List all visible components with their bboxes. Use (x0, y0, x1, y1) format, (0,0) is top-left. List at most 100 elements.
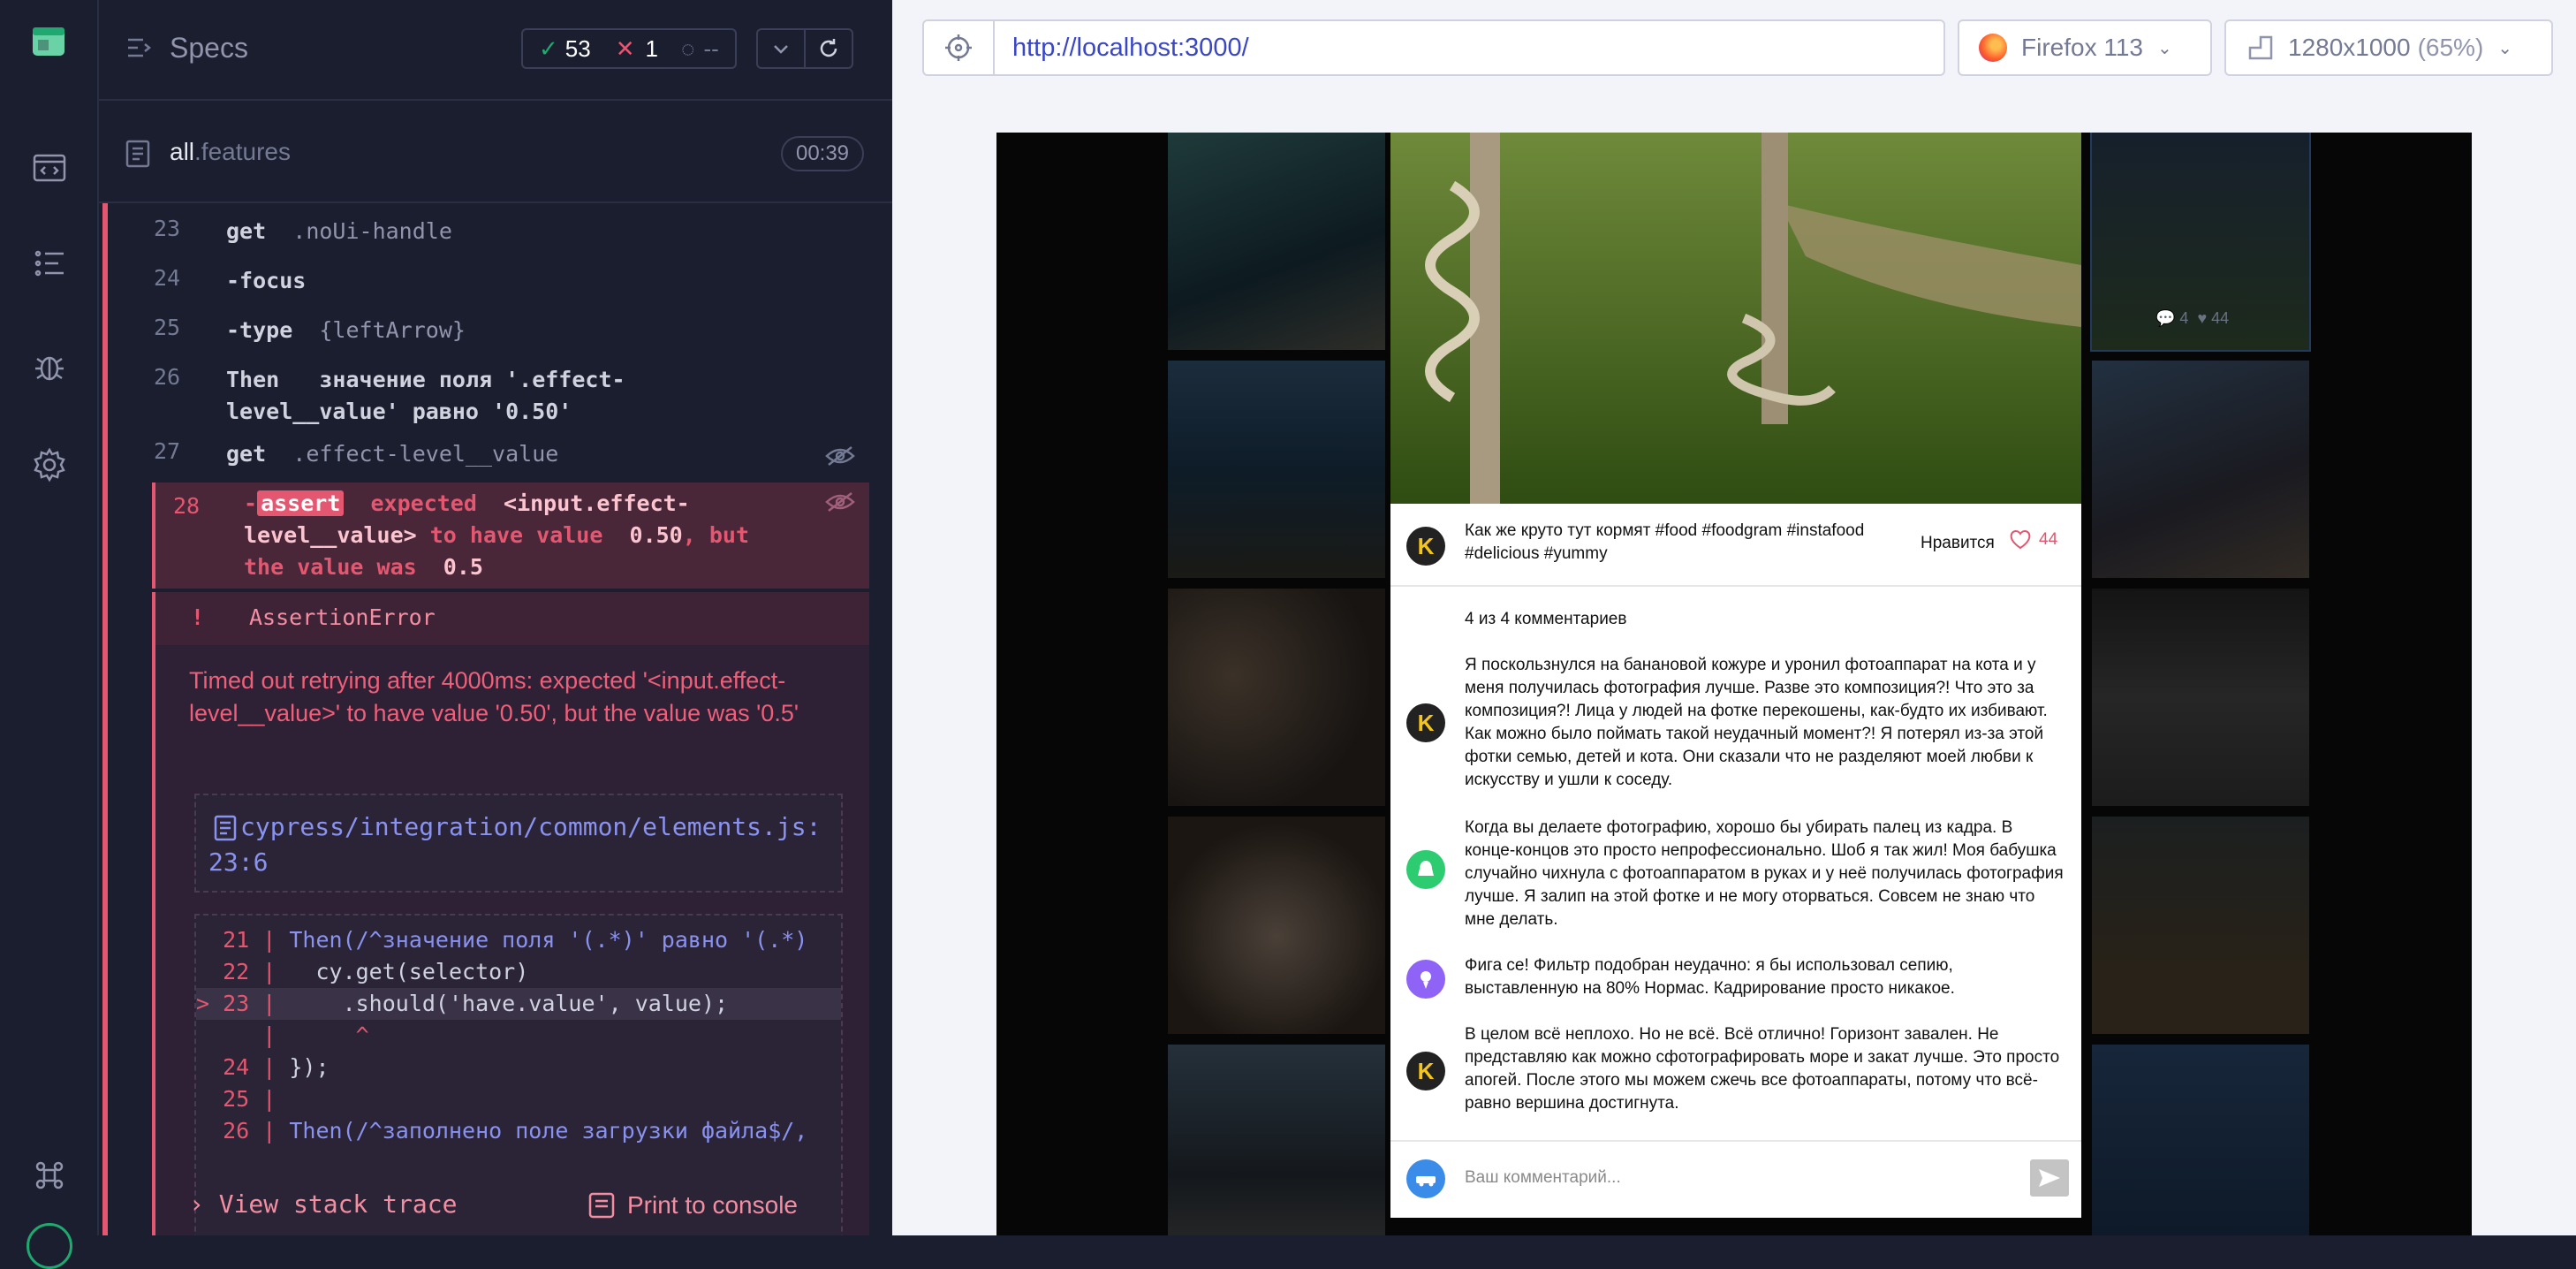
code-line: 26 | Then(/^заполнено поле загрузки файл… (196, 1118, 808, 1144)
specs-icon[interactable] (25, 143, 74, 193)
status-indicator-icon (27, 1223, 72, 1269)
command-log: 23 get .noUi-handle 24 -focus 25 -type {… (102, 203, 871, 1235)
heart-icon (2010, 530, 2031, 550)
thumbnail-stats: 💬 4 ♥ 44 (2156, 309, 2230, 327)
user-avatar (1406, 1159, 1445, 1198)
error-bang-icon: ! (191, 604, 205, 630)
comment-avatar: K (1406, 703, 1445, 742)
error-header: ! AssertionError (152, 592, 869, 645)
thumbnail[interactable] (1168, 817, 1385, 1034)
comment-text: В целом всё неплохо. Но не всё. Всё отли… (1465, 1025, 2060, 1113)
code-line: | ^ (196, 1022, 369, 1048)
spec-duration: 00:39 (781, 136, 864, 171)
test-stats: ✓ 53 ✕ 1 ◌ -- (521, 28, 737, 69)
comment-avatar: K (1406, 1052, 1445, 1090)
error-message: Timed out retrying after 4000ms: expecte… (189, 667, 799, 726)
send-comment-button[interactable] (2030, 1159, 2069, 1197)
comment-text: Фига се! Фильтр подобран неудачно: я бы … (1465, 956, 1955, 998)
divider (1390, 585, 2081, 587)
collapse-button[interactable] (758, 30, 806, 67)
post-caption: Как же круто тут кормят #food #foodgram … (1465, 521, 1865, 563)
passed-count: 53 (564, 34, 591, 62)
comment-text: Я поскользнулся на банановой кожуре и ур… (1465, 656, 2048, 789)
error-type: AssertionError (249, 604, 436, 630)
url-text[interactable]: http://localhost:3000/ (1012, 34, 1249, 63)
thumbnail[interactable] (1168, 589, 1385, 806)
app-under-test-pane: http://localhost:3000/ Firefox 113 ⌄ 128… (892, 0, 2576, 1235)
crosshair-icon (945, 34, 972, 61)
comments-count: 4 из 4 комментариев (1465, 610, 1627, 628)
like-label: Нравится (1921, 534, 1995, 552)
code-line: 24 | }); (196, 1054, 330, 1080)
reporter-pane: Specs ✓ 53 ✕ 1 ◌ -- all.features 00:39 2… (99, 0, 892, 1235)
chevron-down-icon: ⌄ (2157, 38, 2172, 58)
error-details: Timed out retrying after 4000ms: expecte… (152, 645, 869, 1235)
page-title: Specs (170, 32, 248, 64)
cypress-logo-icon[interactable] (25, 18, 74, 67)
thumbnail[interactable]: 💬 4 ♥ 44 (2090, 133, 2311, 352)
code-line: 22 | cy.get(selector) (196, 959, 529, 984)
like-button[interactable]: 44 (2009, 530, 2057, 550)
error-file-link[interactable]: cypress/integration/common/elements.js:2… (208, 809, 827, 880)
fail-bar (102, 203, 108, 1235)
failed-count: 1 (645, 34, 658, 62)
chevron-down-icon: ⌄ (2497, 38, 2513, 58)
run-controls (756, 28, 853, 69)
code-frame: 21 | Then(/^значение поля '(.*)' равно '… (194, 914, 843, 1235)
avatar-figure-icon (1418, 861, 1434, 876)
pinned-eye-icon[interactable] (825, 491, 855, 517)
post-avatar: K (1406, 527, 1445, 566)
comment-text: Когда вы делаете фотографию, хорошо бы у… (1465, 818, 2064, 929)
code-line: 25 | (196, 1086, 290, 1112)
send-icon (2039, 1169, 2060, 1187)
side-nav (0, 0, 99, 1269)
thumbnail[interactable] (2092, 361, 2309, 578)
comment-input[interactable]: Ваш комментарий... (1465, 1168, 1621, 1188)
specs-list-icon[interactable] (125, 34, 154, 66)
thumbnail[interactable] (1168, 1045, 1385, 1235)
comment-avatar (1406, 960, 1445, 999)
pending-count: -- (703, 34, 719, 62)
browser-select[interactable]: Firefox 113 ⌄ (1958, 19, 2212, 76)
code-line: 21 | Then(/^значение поля '(.*)' равно '… (196, 927, 808, 953)
car-icon (1416, 1176, 1436, 1187)
document-icon (125, 140, 150, 172)
thumbnail[interactable] (1168, 361, 1385, 578)
thumbnail[interactable] (2092, 817, 2309, 1034)
runs-icon[interactable] (25, 239, 74, 288)
settings-icon[interactable] (25, 440, 74, 490)
keyboard-shortcuts-icon[interactable] (25, 1151, 74, 1200)
fail-icon: ✕ (615, 34, 635, 62)
refresh-icon (820, 39, 837, 57)
pending-icon: ◌ (680, 34, 695, 62)
failed-command-row[interactable]: 28 - assert expected <input.effect-level_… (152, 483, 869, 589)
thumbnail[interactable] (1168, 133, 1385, 350)
comment-avatar (1406, 850, 1445, 889)
rerun-button[interactable] (806, 30, 852, 67)
thumbnail[interactable] (2092, 1045, 2309, 1235)
divider (1390, 1140, 2081, 1142)
viewport-info[interactable]: 1280x1000 (65%) ⌄ (2224, 19, 2553, 76)
spec-header: all.features (99, 103, 892, 203)
debug-icon[interactable] (25, 341, 74, 391)
code-line-highlighted: > 23 | .should('have.value', value); (196, 988, 841, 1020)
check-icon: ✓ (539, 34, 558, 62)
selector-playground-button[interactable] (924, 21, 995, 74)
chevron-down-icon (774, 45, 788, 54)
ruler-icon (2248, 35, 2273, 60)
view-stack-trace-button[interactable]: › View stack trace (189, 1189, 457, 1219)
avatar-figure-icon (1421, 971, 1431, 989)
chevron-right-icon: › (189, 1189, 204, 1219)
url-bar[interactable]: http://localhost:3000/ (922, 19, 1945, 76)
print-to-console-button[interactable]: Print to console (588, 1191, 798, 1220)
thumbnail[interactable] (2092, 589, 2309, 806)
spec-name[interactable]: all.features (170, 138, 291, 166)
firefox-icon (1979, 34, 2007, 62)
app-iframe: 💬 4 ♥ 44 K Как же круто тут кормят #food (996, 133, 2472, 1235)
post-photo (1390, 133, 2081, 504)
terminal-icon (588, 1192, 615, 1219)
assert-badge: assert (257, 490, 345, 516)
post-modal: K Как же круто тут кормят #food #foodgra… (1390, 133, 2081, 1218)
pinned-eye-icon[interactable] (825, 445, 855, 472)
reporter-header: Specs ✓ 53 ✕ 1 ◌ -- (99, 0, 892, 101)
